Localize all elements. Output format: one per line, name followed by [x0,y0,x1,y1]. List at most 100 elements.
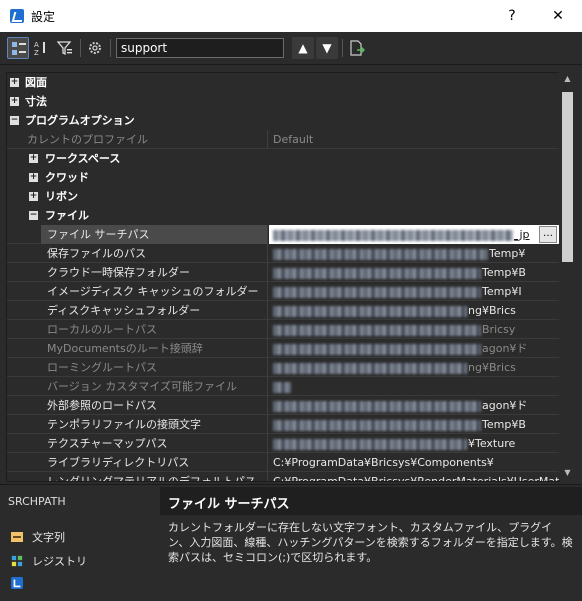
close-button[interactable]: ✕ [544,5,572,27]
property-name: 保存ファイルのパス [41,244,268,263]
redacted-path [273,381,291,393]
tree-node-ribbon[interactable]: + リボン [7,187,559,206]
redacted-path [273,305,467,317]
property-value: Temp¥B [269,263,559,282]
help-button[interactable]: ? [498,5,526,27]
property-value: Temp¥I [269,282,559,301]
property-value-suffix: Temp¥B [482,266,526,279]
svg-text:A: A [34,41,39,49]
redacted-path [273,248,488,260]
categorized-view-button[interactable] [7,37,29,59]
redacted-path [273,343,481,355]
property-name: MyDocumentsのルート接頭辞 [41,339,268,358]
property-name: テクスチャーマップパス [41,434,268,453]
search-next-button[interactable]: ▼ [316,37,338,59]
property-row[interactable]: クラウド一時保存フォルダー Temp¥B [7,263,559,282]
property-name: バージョン カスタマイズ可能ファイル [41,377,268,396]
property-value-suffix: agon¥ド [482,399,528,412]
property-value [269,377,559,396]
property-row[interactable]: イメージディスク キャッシュのフォルダー Temp¥I [7,282,559,301]
property-row[interactable]: 保存ファイルのパス Temp¥ [7,244,559,263]
toolbar-separator [342,39,343,57]
tree-node-dimension[interactable]: + 寸法 [7,92,559,111]
property-row[interactable]: MyDocumentsのルート接頭辞 agon¥ド [7,339,559,358]
property-value: ng¥Brics [269,301,559,320]
tree-node-label: ファイル [45,209,89,222]
search-previous-button[interactable]: ▲ [292,37,314,59]
property-name: レンダリングマテリアルのデフォルトパス [41,472,268,481]
property-value: ¥Texture [269,434,559,453]
filter-button[interactable] [54,37,76,59]
settings-tree: + 図面 + 寸法 − プログラムオプション カレントのプロファイル Defau… [6,72,560,482]
property-row[interactable]: バージョン カスタマイズ可能ファイル [7,377,559,396]
property-name: テンポラリファイルの接頭文字 [41,415,268,434]
expand-icon[interactable]: + [29,192,38,201]
property-value: agon¥ド [269,339,559,358]
current-profile-row: カレントのプロファイル Default [7,130,559,149]
tree-node-label: ワークスペース [45,152,121,165]
browse-button[interactable]: … [539,226,557,243]
string-type-icon [11,532,23,542]
collapse-icon[interactable]: − [10,116,19,125]
property-row[interactable]: ローミングルートパス ng¥Brics [7,358,559,377]
property-value-suffix: ¥Texture [468,437,516,450]
vertical-scrollbar[interactable]: ▲ ▼ [559,72,576,480]
title-bar: 設定 ? ✕ [0,0,582,32]
property-name: 外部参照のロードパス [41,396,268,415]
property-row[interactable]: ファイル サーチパス _jp… [7,225,559,244]
redacted-path [273,286,481,298]
property-name: イメージディスク キャッシュのフォルダー [41,282,268,301]
tree-node-label: クワッド [45,171,89,184]
expand-icon[interactable]: + [29,173,38,182]
expand-icon[interactable]: + [10,97,19,106]
toolbar-separator [110,39,111,57]
tree-node-quad[interactable]: + クワッド [7,168,559,187]
redacted-path [273,324,481,336]
registry-icon [11,555,23,567]
scroll-down-icon[interactable]: ▼ [562,468,573,478]
expand-icon[interactable]: + [10,78,19,87]
property-value-suffix: agon¥ド [482,342,528,355]
sort-az-icon: A Z [34,41,45,56]
collapse-icon[interactable]: − [29,211,38,220]
description-text: カレントフォルダーに存在しない文字フォント、カスタムファイル、プラグイン、入力図… [168,521,573,564]
property-row[interactable]: レンダリングマテリアルのデフォルトパス C:¥ProgramData¥Bricsy… [7,472,559,481]
bricscad-icon [11,577,23,589]
redacted-path [273,267,481,279]
property-value-suffix: Temp¥B [482,418,526,431]
property-value: Temp¥B [269,415,559,434]
tree-node-files[interactable]: − ファイル [7,206,559,225]
redacted-path [273,229,513,241]
property-row[interactable]: テンポラリファイルの接頭文字 Temp¥B [7,415,559,434]
tree-node-drawing[interactable]: + 図面 [7,73,559,92]
categorized-icon [12,42,26,55]
export-icon [350,40,365,56]
description-title: ファイル サーチパス [168,497,290,512]
tree-node-workspace[interactable]: + ワークスペース [7,149,559,168]
tree-node-program-options[interactable]: − プログラムオプション [7,111,559,130]
property-row[interactable]: ディスクキャッシュフォルダー ng¥Brics [7,301,559,320]
redacted-path [273,438,467,450]
property-value-suffix: _jp [514,228,530,241]
gear-icon [89,42,101,54]
alphabetical-view-button[interactable]: A Z [30,37,52,59]
property-row[interactable]: ローカルのルートパス Bricsy [7,320,559,339]
property-value-suffix: Temp¥ [489,247,526,260]
tree-node-label: 寸法 [25,95,47,108]
property-name: ローミングルートパス [41,358,268,377]
search-input[interactable] [116,38,284,58]
property-row[interactable]: 外部参照のロードパス agon¥ド [7,396,559,415]
toolbar: A Z ▲ ▼ [0,32,582,65]
scroll-up-icon[interactable]: ▲ [562,74,573,84]
property-row[interactable]: ライブラリディレクトリパス C:¥ProgramData¥Bricsys¥Comp… [7,453,559,472]
export-button[interactable] [346,37,368,59]
svg-text:Z: Z [34,49,39,56]
property-value[interactable]: _jp … [269,225,559,244]
toolbar-separator [80,39,81,57]
expand-icon[interactable]: + [29,154,38,163]
scrollbar-thumb[interactable] [562,92,573,262]
bricscad-logo-icon [10,9,24,23]
property-row[interactable]: テクスチャーマップパス ¥Texture [7,434,559,453]
description-panel: SRCHPATH ファイル サーチパス カレントフォルダーに存在しない文字フォン… [0,484,582,601]
settings-button[interactable] [84,37,106,59]
